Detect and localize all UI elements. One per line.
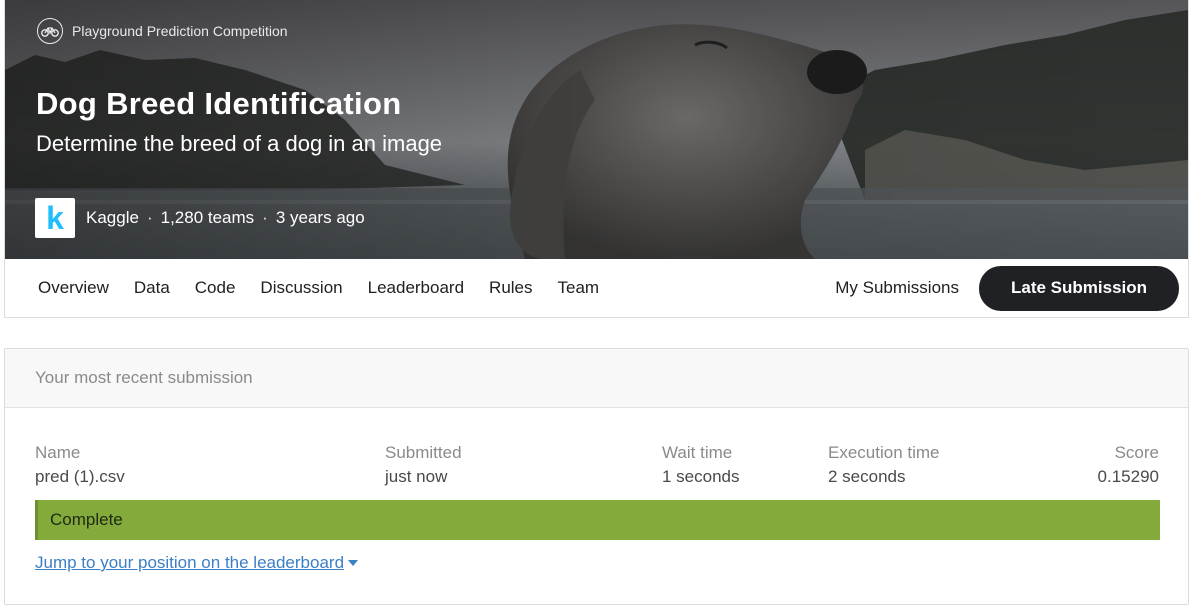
wait-time-column: Wait time 1 seconds — [662, 441, 740, 489]
tab-leaderboard[interactable]: Leaderboard — [368, 278, 464, 298]
competition-age: 3 years ago — [275, 208, 365, 227]
host-name[interactable]: Kaggle — [86, 208, 139, 228]
submission-details: Name pred (1).csv Submitted just now Wai… — [5, 441, 1188, 491]
my-submissions-link[interactable]: My Submissions — [835, 278, 959, 298]
separator: · — [262, 208, 268, 227]
separator: · — [146, 208, 153, 227]
caret-down-icon[interactable] — [348, 560, 359, 566]
kaggle-logo-icon[interactable]: k — [35, 198, 75, 238]
execution-time-label: Execution time — [828, 443, 940, 462]
wait-time-label: Wait time — [662, 443, 733, 462]
bicycle-icon — [37, 18, 63, 44]
tab-discussion[interactable]: Discussion — [260, 278, 342, 298]
tab-overview[interactable]: Overview — [38, 278, 109, 298]
name-column: Name pred (1).csv — [35, 441, 125, 489]
competition-tab-bar: Overview Data Code Discussion Leaderboar… — [5, 259, 1188, 317]
tab-rules[interactable]: Rules — [489, 278, 532, 298]
wait-time-value: 1 seconds — [662, 467, 740, 486]
host-info: k Kaggle · 1,280 teams · 3 years ago — [35, 198, 365, 238]
competition-subtitle: Determine the breed of a dog in an image — [36, 131, 443, 156]
competition-type-label: Playground Prediction Competition — [72, 23, 288, 39]
submitted-column: Submitted just now — [385, 441, 462, 489]
competition-title: Dog Breed Identification — [36, 86, 402, 121]
panel-heading: Your most recent submission — [5, 349, 1188, 408]
team-count: 1,280 teams — [160, 208, 255, 227]
execution-time-value: 2 seconds — [828, 467, 906, 486]
name-value: pred (1).csv — [35, 467, 125, 486]
score-value: 0.15290 — [1097, 467, 1159, 486]
late-submission-button[interactable]: Late Submission — [979, 265, 1179, 311]
competition-type: Playground Prediction Competition — [37, 18, 288, 44]
jump-link-label[interactable]: Jump to your position on the leaderboard — [35, 553, 344, 573]
competition-header: Playground Prediction Competition Dog Br… — [4, 0, 1189, 318]
tab-actions: My Submissions Late Submission — [835, 265, 1188, 311]
score-label: Score — [1114, 443, 1159, 462]
name-label: Name — [35, 443, 81, 462]
recent-submission-panel: Your most recent submission Name pred (1… — [4, 348, 1189, 605]
submitted-label: Submitted — [385, 443, 462, 462]
execution-time-column: Execution time 2 seconds — [828, 441, 940, 489]
hero-banner: Playground Prediction Competition Dog Br… — [5, 0, 1188, 259]
tab-code[interactable]: Code — [195, 278, 236, 298]
jump-to-leaderboard-link[interactable]: Jump to your position on the leaderboard — [35, 553, 359, 573]
page: Playground Prediction Competition Dog Br… — [0, 0, 1191, 607]
score-column: Score 0.15290 — [1098, 441, 1159, 489]
tab-team[interactable]: Team — [558, 278, 600, 298]
submitted-value: just now — [385, 467, 448, 486]
tab-data[interactable]: Data — [134, 278, 170, 298]
status-badge: Complete — [35, 500, 1160, 540]
